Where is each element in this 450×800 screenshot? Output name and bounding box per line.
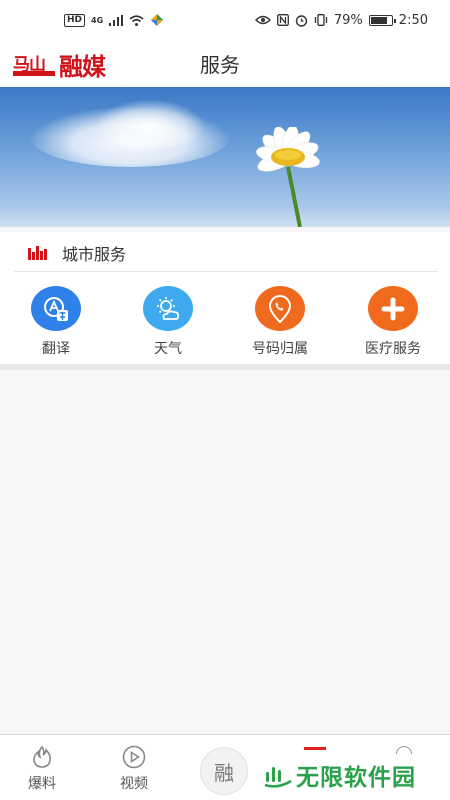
status-left: HD 4G	[64, 13, 164, 27]
vibrate-icon	[314, 14, 328, 26]
nav-center-label: 融	[214, 760, 234, 785]
service-weather[interactable]: 天气	[118, 286, 218, 358]
city-skyline-icon	[28, 246, 47, 260]
service-label: 天气	[154, 341, 182, 357]
watermark-logo-icon	[264, 767, 292, 788]
battery-fill	[370, 16, 387, 24]
clock: 2:50	[398, 12, 428, 28]
app-notification-icon	[151, 14, 164, 26]
battery-percent: 79%	[333, 12, 363, 28]
nfc-icon	[276, 14, 289, 26]
profile-icon[interactable]	[396, 746, 412, 754]
daisy-flower-image	[256, 127, 320, 227]
logo-bar	[13, 71, 55, 76]
phone-location-icon	[255, 286, 305, 331]
app-logo: 马山 融媒	[13, 48, 123, 81]
signal-icon	[109, 14, 124, 26]
section-title: 城市服务	[62, 245, 127, 264]
watermark: 无限软件园	[264, 758, 416, 792]
translate-icon	[31, 286, 81, 331]
service-medical[interactable]: 医疗服务	[343, 286, 443, 358]
service-label: 医疗服务	[365, 341, 421, 357]
weather-icon	[143, 286, 193, 331]
city-services-card: 城市服务 翻译 天气 号码归属 医疗服务	[0, 232, 450, 364]
watermark-text: 无限软件园	[296, 765, 416, 791]
section-header: 城市服务	[14, 232, 438, 272]
alarm-icon	[295, 14, 308, 27]
service-label: 号码归属	[252, 341, 308, 357]
status-right: 79% 2:50	[254, 12, 428, 28]
play-icon	[122, 745, 146, 769]
battery-icon	[368, 14, 396, 26]
status-bar: HD 4G 79% 2:50	[0, 0, 450, 40]
hd-badge: HD	[64, 13, 86, 27]
nav-item-baoliao[interactable]: 爆料	[12, 745, 72, 793]
service-translate[interactable]: 翻译	[6, 286, 106, 358]
medical-plus-icon	[368, 286, 418, 331]
app-header: 马山 融媒 服务	[0, 40, 450, 87]
nav-center-button[interactable]: 融	[200, 747, 248, 795]
banner-image[interactable]	[0, 87, 450, 227]
nav-label: 视频	[120, 776, 148, 792]
logo-rongmei-text: 融媒	[59, 52, 106, 81]
service-label: 翻译	[42, 341, 70, 357]
fire-icon	[33, 745, 51, 768]
eye-icon	[254, 15, 271, 25]
wifi-icon	[129, 14, 144, 26]
content-area	[0, 370, 450, 734]
network-type: 4G	[91, 15, 104, 25]
page-title: 服务	[200, 53, 240, 77]
nav-item-active-marker[interactable]	[304, 747, 326, 750]
nav-item-video[interactable]: 视频	[104, 745, 164, 793]
service-phone-location[interactable]: 号码归属	[230, 286, 330, 358]
nav-label: 爆料	[28, 776, 56, 792]
banner-cloud-top	[95, 99, 205, 149]
